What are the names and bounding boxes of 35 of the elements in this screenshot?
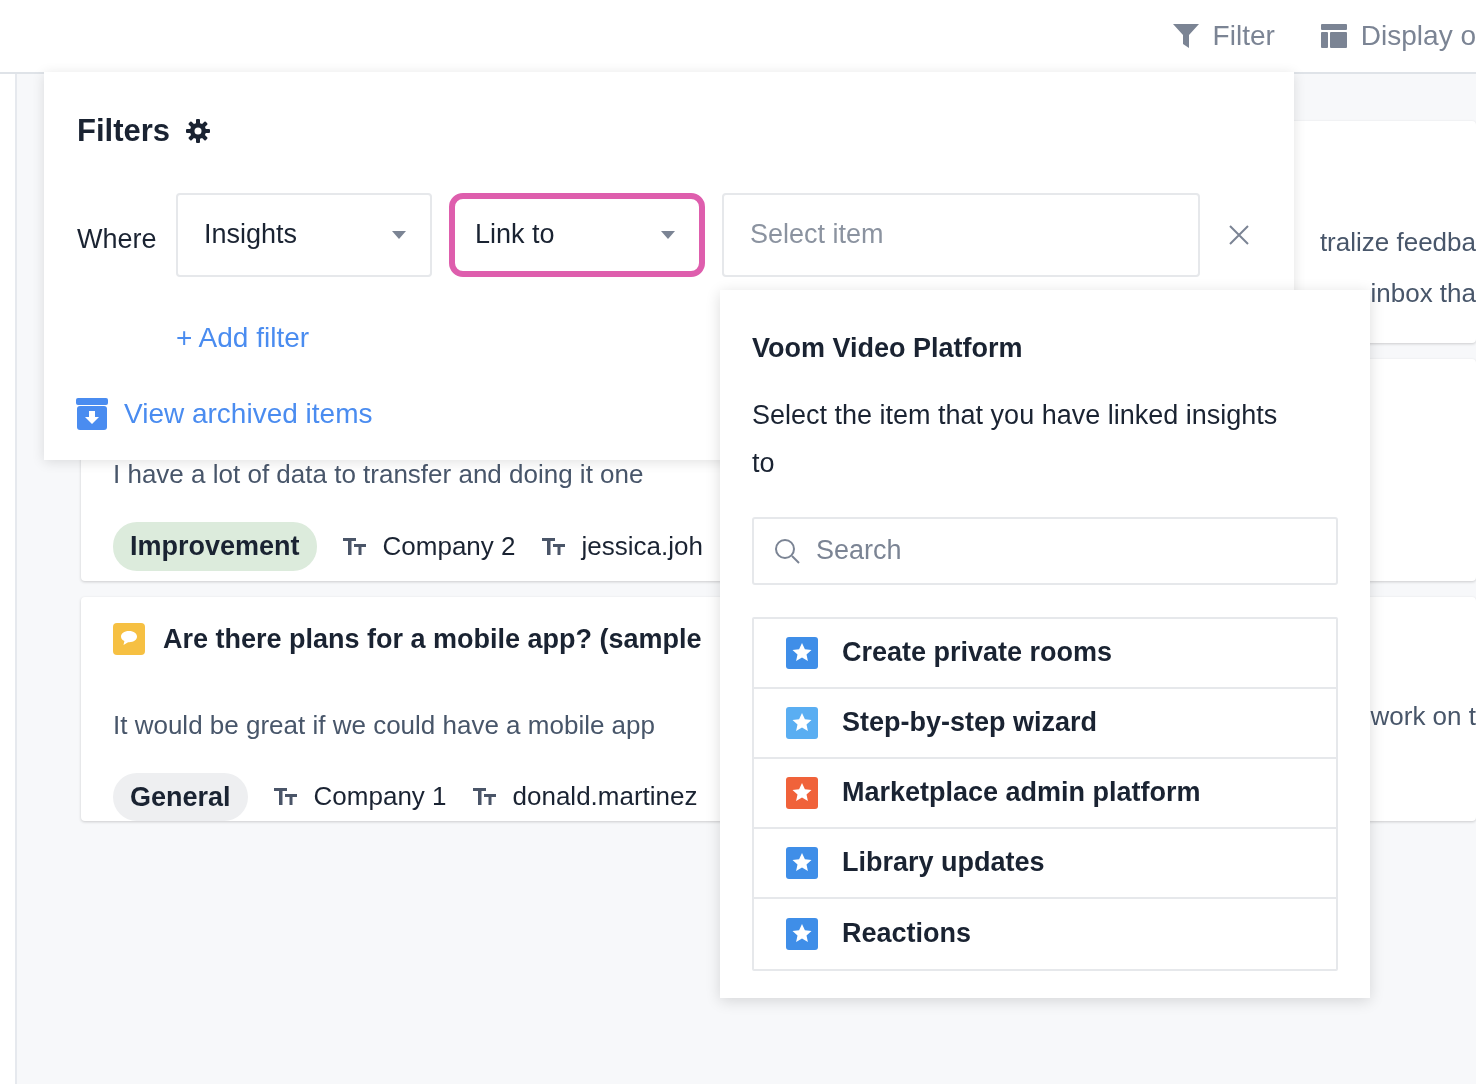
field-value: Company 1: [313, 780, 447, 814]
layout-icon: [1320, 24, 1347, 48]
dropdown-select[interactable]: Link to: [449, 192, 705, 277]
filter-icon: [1172, 24, 1199, 48]
filter-button[interactable]: Filter: [1172, 15, 1275, 57]
archive-icon: [76, 397, 108, 430]
search-icon: [774, 537, 800, 564]
insight-text: work on t: [1370, 700, 1476, 733]
insight-text: I have a lot of data to transfer and doing it one: [113, 458, 644, 491]
text-field-icon: [472, 788, 497, 806]
display-options-button[interactable]: Display o: [1320, 15, 1476, 57]
speech-bubble-icon: [113, 623, 145, 656]
text-field-icon: [541, 537, 566, 555]
insight-text: tralize feedba: [1319, 226, 1476, 259]
where-label: Where: [77, 223, 158, 257]
insight-text: inbox tha: [1370, 277, 1476, 310]
select-item-field[interactable]: Select item: [722, 192, 1200, 277]
caret-icon: [661, 230, 675, 239]
search-field[interactable]: Search: [752, 516, 1338, 585]
insight-text: It would be great if we could have a mobile app: [113, 708, 655, 742]
caret-icon: [392, 230, 406, 239]
dropdown-title: Voom Video Platform: [752, 332, 1024, 365]
field-value: Company 2: [382, 529, 516, 563]
dropdown-description: Select the item that you have linked insights to: [752, 398, 1279, 480]
settings-icon: [186, 119, 211, 144]
close-button[interactable]: [1228, 222, 1250, 247]
field-value: donald.martinez: [512, 780, 698, 814]
tag: General: [113, 772, 248, 821]
dropdown-select[interactable]: Insights: [176, 192, 432, 277]
field-value: jessica.joh: [581, 529, 703, 563]
text-field-icon: [273, 788, 298, 806]
insight-title[interactable]: Are there plans for a mobile app? (sample: [163, 619, 702, 660]
popover-title: Filters: [77, 112, 171, 150]
tag: Improvement: [113, 522, 317, 571]
text-field-icon: [342, 537, 367, 555]
